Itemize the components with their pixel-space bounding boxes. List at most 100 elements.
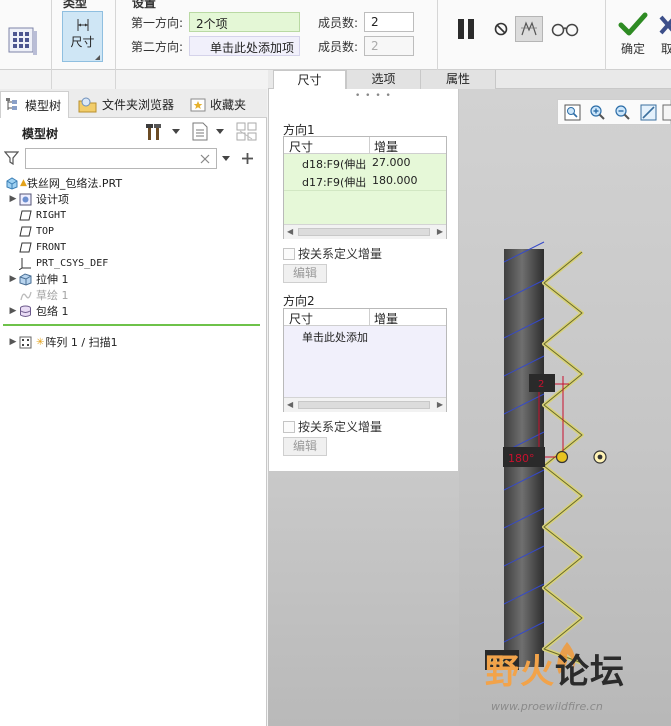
filter-icon[interactable]: [4, 151, 19, 165]
sketch-icon: [18, 289, 32, 302]
verify-preview-button[interactable]: [549, 17, 581, 41]
repaint-icon[interactable]: [640, 104, 657, 121]
close-icon: [659, 15, 671, 35]
tree-item-sketch[interactable]: 草绘 1: [18, 287, 278, 303]
relation-checkbox-label: 按关系定义增量: [298, 247, 383, 261]
tab-dimensions[interactable]: 尺寸: [273, 70, 346, 89]
add-icon[interactable]: [241, 152, 254, 165]
confirm-button[interactable]: [616, 10, 650, 38]
dir2-add-placeholder[interactable]: 单击此处添加: [302, 329, 368, 345]
tree-item-csys[interactable]: PRT_CSYS_DEF: [18, 255, 278, 271]
tree-item-label: 拉伸 1: [36, 273, 69, 286]
direction1-edit-button[interactable]: 编辑: [283, 264, 327, 283]
zoom-in-icon[interactable]: [589, 104, 606, 121]
tab-favorites[interactable]: 收藏夹: [186, 91, 264, 118]
tab-model-tree-label: 模型树: [25, 98, 62, 113]
tab-folder-browser-label: 文件夹浏览器: [102, 98, 175, 112]
chevron-down-icon[interactable]: [172, 129, 180, 135]
dir1-row1-increment[interactable]: 27.000: [372, 156, 411, 169]
tree-search-input[interactable]: [25, 148, 217, 169]
tree-filter-row: [0, 147, 267, 171]
dir2-members-label: 成员数:: [318, 40, 359, 54]
chevron-down-icon[interactable]: [216, 129, 224, 135]
tree-item-front[interactable]: FRONT: [18, 239, 278, 255]
dir2-members-input[interactable]: 2: [364, 36, 414, 56]
forum-watermark: 野火论坛 www.proewildfire.cn: [485, 640, 671, 726]
clear-icon[interactable]: [200, 154, 210, 164]
dimension-type-button[interactable]: 尺寸: [62, 11, 103, 62]
dir1-members-label: 成员数:: [318, 16, 359, 30]
expand-arrow-icon[interactable]: ▶: [8, 337, 18, 347]
tree-item-label: 设计项: [36, 193, 69, 206]
tree-item-label: 草绘 1: [36, 289, 69, 302]
checkmark-icon: [618, 12, 648, 36]
pause-icon: [458, 19, 474, 39]
type-button-label: 尺寸: [70, 35, 95, 49]
dir1-label: 第一方向:: [131, 16, 184, 30]
refit-icon[interactable]: [564, 104, 581, 121]
panel-grip-icon[interactable]: • • • •: [355, 91, 392, 101]
tree-item-design-items[interactable]: ▶ 设计项: [8, 191, 268, 207]
pause-button[interactable]: [452, 17, 480, 41]
tree-item-label: RIGHT: [36, 209, 67, 221]
tab-properties[interactable]: 属性: [420, 70, 496, 89]
tree-item-pattern[interactable]: ▶ ✳ 阵列 1 / 扫描1: [8, 334, 268, 350]
named-views-icon[interactable]: [662, 104, 671, 121]
graphics-window-lower[interactable]: [268, 472, 459, 726]
tree-item-wrap[interactable]: ▶ 包络 1: [8, 303, 268, 319]
show-list-icon[interactable]: [191, 122, 209, 141]
no-preview-button[interactable]: [491, 19, 511, 39]
tree-title: 模型树: [22, 127, 59, 141]
col-dimension: 尺寸: [289, 312, 314, 326]
watermark-text: 野火论坛: [485, 644, 625, 693]
tree-item-top[interactable]: TOP: [18, 223, 278, 239]
direction1-relation-option[interactable]: 按关系定义增量: [283, 245, 382, 262]
ribbon-separator: [51, 0, 52, 90]
dashboard-tabs: 尺寸 选项 属性: [268, 70, 671, 89]
tree-item-label: 包络 1: [36, 305, 69, 318]
direction2-edit-button[interactable]: 编辑: [283, 437, 327, 456]
dir1-collector[interactable]: 2个项: [189, 12, 300, 32]
checkbox[interactable]: [283, 420, 295, 433]
direction2-scrollbar[interactable]: ◀ ▶: [284, 397, 446, 412]
dir2-collector[interactable]: 单击此处添加项: [189, 36, 300, 56]
direction2-relation-option[interactable]: 按关系定义增量: [283, 418, 382, 435]
tree-item-label: PRT_CSYS_DEF: [36, 257, 109, 269]
prohibit-icon: [494, 22, 508, 36]
geometry-preview-button[interactable]: [515, 16, 543, 42]
col-dimension: 尺寸: [289, 140, 314, 154]
dimensions-panel: • • • • 方向1 尺寸 增量 d18:F9(伸出 27.000 d17:F…: [268, 89, 459, 472]
tab-folder-browser[interactable]: 文件夹浏览器: [74, 91, 182, 118]
extrude-icon: [18, 272, 32, 286]
tab-options[interactable]: 选项: [346, 70, 420, 89]
drag-handle-icon[interactable]: [555, 450, 569, 464]
confirm-label: 确定: [621, 42, 646, 56]
checkbox[interactable]: [283, 247, 295, 260]
dir1-row2-increment[interactable]: 180.000: [372, 174, 418, 187]
wrap-icon: [18, 305, 32, 318]
expand-arrow-icon[interactable]: ▶: [8, 194, 18, 204]
tab-model-tree[interactable]: 模型树: [0, 91, 69, 118]
tab-favorites-label: 收藏夹: [210, 98, 247, 112]
dir1-row1-dimension[interactable]: d18:F9(伸出: [302, 156, 368, 172]
zoom-out-icon[interactable]: [614, 104, 631, 121]
view-toolbar: [557, 99, 671, 125]
favorites-icon: [190, 98, 206, 111]
tree-item-right[interactable]: RIGHT: [18, 207, 278, 223]
datum-plane-icon: [18, 225, 32, 238]
expand-arrow-icon[interactable]: ▶: [8, 306, 18, 316]
direction2-table: 尺寸 增量 单击此处添加 ◀ ▶: [283, 308, 447, 412]
cancel-button[interactable]: [658, 12, 671, 38]
direction1-scrollbar[interactable]: ◀ ▶: [284, 224, 446, 239]
dir1-row2-dimension[interactable]: d17:F9(伸出: [302, 174, 368, 190]
dimension-icon: [77, 19, 88, 31]
tree-item-extrude[interactable]: ▶ 拉伸 1: [8, 271, 268, 287]
dir1-members-input[interactable]: 2: [364, 12, 414, 32]
tree-columns-icon[interactable]: [236, 122, 258, 142]
tree-item-root[interactable]: ▲ 铁丝网_包络法.PRT: [4, 175, 264, 191]
expand-arrow-icon[interactable]: ▶: [8, 274, 18, 284]
chevron-down-icon[interactable]: [222, 156, 230, 162]
settings-group-title: 设置: [132, 0, 157, 10]
csys-icon: [18, 257, 32, 270]
tree-settings-icon[interactable]: [146, 123, 166, 141]
